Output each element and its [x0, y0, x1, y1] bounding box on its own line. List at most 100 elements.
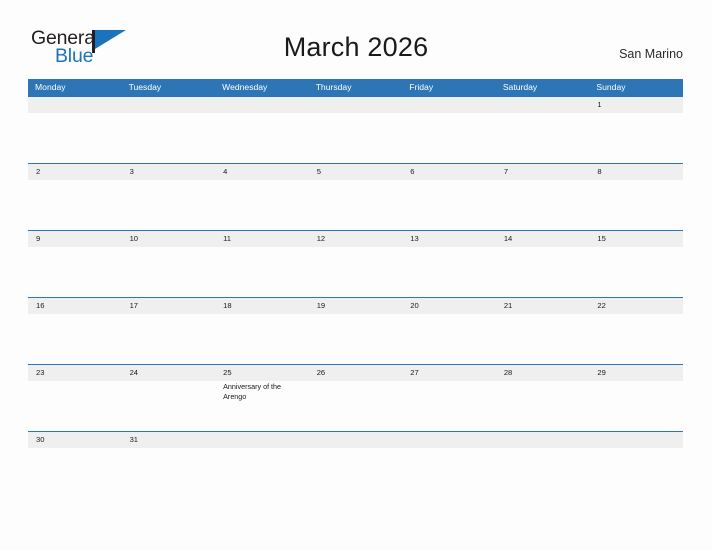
- day-cell[interactable]: 19: [309, 298, 403, 365]
- day-cell[interactable]: 5: [309, 164, 403, 231]
- country-label: San Marino: [619, 47, 683, 61]
- day-number: 21: [503, 301, 513, 310]
- day-cell[interactable]: [309, 97, 403, 164]
- day-cell[interactable]: [496, 432, 590, 499]
- day-cell[interactable]: 2: [28, 164, 122, 231]
- day-number: 26: [316, 368, 326, 377]
- day-cell[interactable]: [215, 97, 309, 164]
- day-number: [597, 432, 678, 448]
- day-number: 19: [316, 301, 326, 310]
- day-number: 9: [36, 234, 41, 243]
- day-cell[interactable]: [402, 432, 496, 499]
- calendar-page: General Blue March 2026 San Marino Monda…: [0, 0, 712, 550]
- day-number: 11: [223, 234, 232, 243]
- day-number: 4: [223, 167, 228, 176]
- day-cell[interactable]: 27: [402, 365, 496, 432]
- day-number: 6: [410, 167, 415, 176]
- week-cells: 2 3 4 5 6 7 8: [28, 164, 683, 231]
- day-cell[interactable]: 10: [122, 231, 216, 298]
- day-number: 25: [223, 368, 232, 377]
- day-event: Anniversary of the Arengo: [223, 382, 282, 401]
- weekday-header-thursday: Thursday: [315, 82, 352, 92]
- weekday-header-row: Monday Tuesday Wednesday Thursday Friday…: [28, 79, 683, 96]
- day-cell[interactable]: 29: [589, 365, 683, 432]
- day-number: 20: [410, 301, 419, 310]
- day-cell[interactable]: 31: [122, 432, 216, 499]
- calendar-grid: Monday Tuesday Wednesday Thursday Friday…: [28, 79, 683, 498]
- day-number: 15: [597, 234, 606, 243]
- week-row: 1: [28, 96, 683, 163]
- day-number: [504, 97, 585, 113]
- week-row: 30 31: [28, 431, 683, 498]
- week-cells: 9 10 11 12 13 14 15: [28, 231, 683, 298]
- day-cell[interactable]: [402, 97, 496, 164]
- day-cell[interactable]: [309, 432, 403, 499]
- day-cell[interactable]: 21: [496, 298, 590, 365]
- day-number: 16: [36, 301, 45, 310]
- day-number: 3: [129, 167, 134, 176]
- day-cell[interactable]: 4: [215, 164, 309, 231]
- day-cell[interactable]: [28, 97, 122, 164]
- weekday-header-tuesday: Tuesday: [128, 82, 162, 92]
- day-cell[interactable]: 1: [589, 97, 683, 164]
- week-row: 16 17 18 19 20 21 22: [28, 297, 683, 364]
- day-cell[interactable]: 13: [402, 231, 496, 298]
- day-number: 18: [223, 301, 232, 310]
- day-number: 5: [316, 167, 321, 176]
- week-cells: 30 31: [28, 432, 683, 499]
- day-cell[interactable]: 18: [215, 298, 309, 365]
- day-number: 10: [129, 234, 139, 243]
- day-number: 13: [410, 234, 419, 243]
- day-number: 27: [410, 368, 419, 377]
- day-cell[interactable]: 11: [215, 231, 309, 298]
- day-cell[interactable]: 25 Anniversary of the Arengo: [215, 365, 309, 432]
- day-cell[interactable]: [215, 432, 309, 499]
- day-cell[interactable]: 30: [28, 432, 122, 499]
- weekday-header-friday: Friday: [409, 82, 434, 92]
- day-number: [410, 432, 491, 448]
- day-number: [130, 97, 211, 113]
- day-cell[interactable]: 28: [496, 365, 590, 432]
- day-number: 23: [36, 368, 45, 377]
- day-cell[interactable]: 20: [402, 298, 496, 365]
- day-number: [223, 97, 304, 113]
- week-row: 23 24 25 Anniversary of the Arengo 26 27: [28, 364, 683, 431]
- day-number: 8: [597, 167, 602, 176]
- day-events: Anniversary of the Arengo: [223, 382, 304, 401]
- weekday-header-saturday: Saturday: [502, 82, 538, 92]
- day-number: 30: [36, 435, 45, 444]
- week-row: 9 10 11 12 13 14 15: [28, 230, 683, 297]
- day-number: 1: [597, 100, 602, 109]
- day-cell[interactable]: [589, 432, 683, 499]
- day-number: [504, 432, 585, 448]
- day-cell[interactable]: 9: [28, 231, 122, 298]
- week-cells: 16 17 18 19 20 21 22: [28, 298, 683, 365]
- day-cell[interactable]: 6: [402, 164, 496, 231]
- day-number: 12: [316, 234, 326, 243]
- day-cell[interactable]: 26: [309, 365, 403, 432]
- day-cell[interactable]: 8: [589, 164, 683, 231]
- day-cell[interactable]: 15: [589, 231, 683, 298]
- weekday-header-wednesday: Wednesday: [222, 82, 268, 92]
- day-cell[interactable]: 22: [589, 298, 683, 365]
- day-cell[interactable]: 7: [496, 164, 590, 231]
- day-cell[interactable]: 24: [122, 365, 216, 432]
- week-cells: 1: [28, 97, 683, 164]
- day-number: 28: [503, 368, 513, 377]
- day-number: [223, 432, 304, 448]
- day-cell[interactable]: 16: [28, 298, 122, 365]
- day-cell[interactable]: 23: [28, 365, 122, 432]
- day-number: 24: [129, 368, 139, 377]
- day-cell[interactable]: 3: [122, 164, 216, 231]
- week-cells: 23 24 25 Anniversary of the Arengo 26 27: [28, 365, 683, 432]
- day-number: 7: [503, 167, 509, 176]
- day-cell[interactable]: [122, 97, 216, 164]
- day-cell[interactable]: 17: [122, 298, 216, 365]
- weekday-header-sunday: Sunday: [596, 82, 626, 92]
- day-number: [317, 432, 398, 448]
- day-cell[interactable]: 12: [309, 231, 403, 298]
- day-number: [410, 97, 491, 113]
- day-number: 22: [597, 301, 606, 310]
- day-cell[interactable]: [496, 97, 590, 164]
- day-cell[interactable]: 14: [496, 231, 590, 298]
